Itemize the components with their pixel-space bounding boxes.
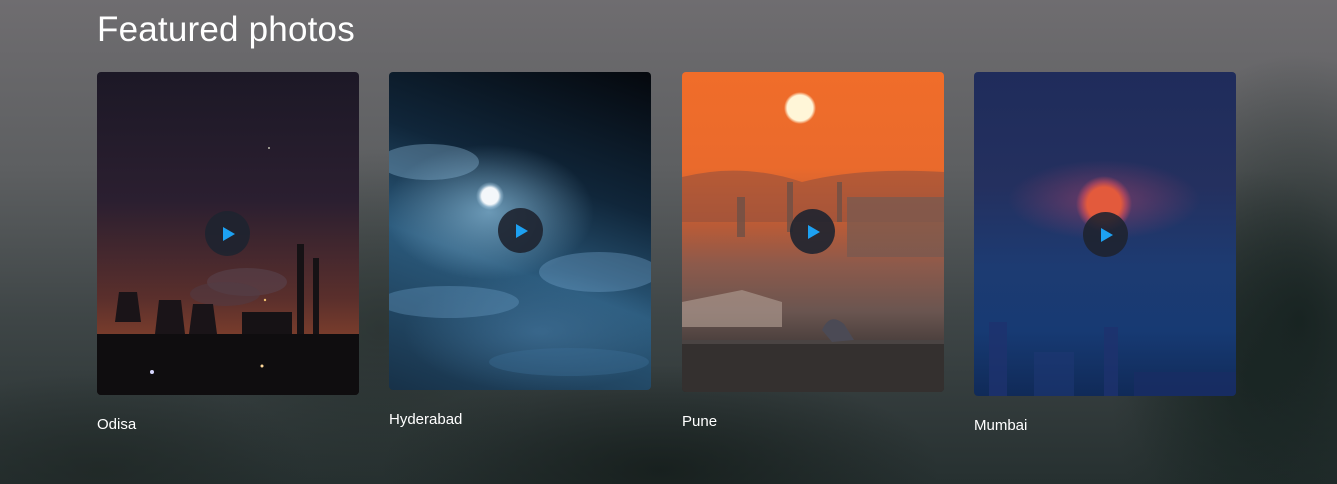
photo-card-odisa[interactable]: Odisa [97, 72, 359, 433]
card-label[interactable]: Hyderabad [389, 411, 462, 428]
photo-card-pune[interactable]: Pune [682, 72, 944, 430]
photo-thumbnail[interactable] [974, 72, 1236, 396]
photo-card-mumbai[interactable]: Mumbai [974, 72, 1236, 434]
photo-thumbnail[interactable] [389, 72, 651, 390]
play-button[interactable] [790, 209, 835, 254]
play-button[interactable] [498, 208, 543, 253]
play-icon [223, 226, 235, 241]
play-button[interactable] [1083, 212, 1128, 257]
section-title: Featured photos [97, 10, 355, 49]
photo-thumbnail[interactable] [97, 72, 359, 395]
card-label[interactable]: Mumbai [974, 417, 1027, 434]
play-icon [516, 223, 528, 238]
play-icon [1101, 227, 1113, 242]
play-button[interactable] [205, 211, 250, 256]
card-label[interactable]: Odisa [97, 416, 136, 433]
photo-thumbnail[interactable] [682, 72, 944, 392]
card-label[interactable]: Pune [682, 413, 717, 430]
photo-card-hyderabad[interactable]: Hyderabad [389, 72, 651, 428]
play-icon [808, 224, 820, 239]
